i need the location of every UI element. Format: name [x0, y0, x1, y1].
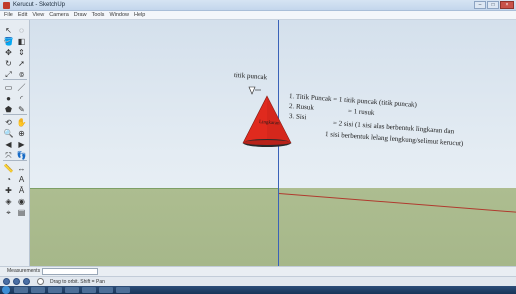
eraser-icon[interactable]: ◧ — [16, 37, 27, 47]
push-pull-icon[interactable]: ⇕ — [16, 48, 27, 58]
move-icon[interactable]: ✥ — [3, 48, 14, 58]
measurements-label: Measurements — [7, 268, 41, 274]
help-icon[interactable] — [37, 278, 44, 285]
arc-icon[interactable]: ◜ — [16, 94, 27, 104]
taskbar-app[interactable] — [99, 287, 113, 293]
ground-plane — [30, 188, 516, 266]
cone-base-rim — [243, 140, 291, 145]
minimize-button[interactable]: – — [474, 1, 486, 9]
menu-camera[interactable]: Camera — [49, 11, 69, 19]
section-plane-icon[interactable]: ◈ — [3, 197, 14, 207]
window-title: Kerucut - SketchUp — [13, 2, 66, 8]
sketchup-logo-icon — [3, 2, 10, 9]
taskbar-app[interactable] — [48, 287, 62, 293]
circle-icon[interactable]: ● — [3, 94, 14, 104]
protractor-icon[interactable]: ◔ — [3, 175, 14, 185]
select-icon[interactable]: ↖ — [3, 26, 14, 36]
os-taskbar — [0, 286, 516, 294]
geo-location-icon[interactable] — [3, 278, 10, 285]
property-line-3-label: 3. Sisi — [288, 112, 307, 122]
apex-label: titik puncak — [233, 71, 268, 82]
toolbar-separator — [3, 160, 27, 161]
taskbar-app[interactable] — [116, 287, 130, 293]
status-bar: Drag to orbit. Shift = Pan — [0, 276, 516, 286]
previous-view-icon[interactable]: ◀ — [3, 140, 14, 150]
menu-edit[interactable]: Edit — [18, 11, 27, 19]
window-titlebar: Kerucut - SketchUp – □ × — [0, 0, 516, 11]
maximize-button[interactable]: □ — [487, 1, 499, 9]
toolbar-separator — [3, 79, 27, 80]
green-axis — [30, 188, 278, 189]
tape-measure-icon[interactable]: 📏 — [3, 164, 14, 174]
3d-text-icon[interactable]: Ā — [16, 186, 27, 196]
user-icon[interactable] — [23, 278, 30, 285]
property-line-2-value: = 1 rusuk — [347, 107, 375, 117]
text-icon[interactable]: A — [16, 175, 27, 185]
menubar: File Edit View Camera Draw Tools Window … — [0, 11, 516, 20]
rotate-icon[interactable]: ↻ — [3, 59, 14, 69]
window-controls: – □ × — [474, 1, 514, 10]
component-icon[interactable]: ◌ — [16, 26, 27, 36]
taskbar-app[interactable] — [31, 287, 45, 293]
toolbar-separator — [3, 114, 27, 115]
zoom-window-icon[interactable]: ⊕ — [16, 129, 27, 139]
look-around-icon[interactable]: ◉ — [16, 197, 27, 207]
property-line-2-label: 2. Rusuk — [288, 102, 315, 112]
follow-me-icon[interactable]: ➚ — [16, 59, 27, 69]
zoom-icon[interactable]: 🔍 — [3, 129, 14, 139]
measurements-bar: Measurements — [0, 266, 516, 276]
measurements-input[interactable] — [42, 268, 98, 275]
menu-help[interactable]: Help — [134, 11, 145, 19]
menu-window[interactable]: Window — [109, 11, 129, 19]
axes-icon[interactable]: ✚ — [3, 186, 14, 196]
pan-icon[interactable]: ✋ — [16, 118, 27, 128]
paint-bucket-icon[interactable]: 🪣 — [3, 37, 14, 47]
start-button[interactable] — [2, 286, 10, 294]
line-icon[interactable]: ／ — [16, 83, 27, 93]
taskbar-app[interactable] — [14, 287, 28, 293]
tool-palette: ↖ ◌ 🪣 ◧ ✥ ⇕ ↻ ➚ ⤢ ⟃ ▭ ／ ● ◜ ⬟ ✎ ⟲ ✋ 🔍 ⊕ ◀ ▶ ⤧ 👣 📏 ↔ ◔ A ✚ Ā ◈ ◉ ⌖ ▤ — [0, 20, 30, 266]
credits-icon[interactable] — [13, 278, 20, 285]
position-camera-icon[interactable]: ⌖ — [3, 208, 14, 218]
sandbox-icon[interactable]: ▤ — [16, 208, 27, 218]
taskbar-app[interactable] — [82, 287, 96, 293]
cone-label: Lingkaran — [258, 120, 280, 127]
dimension-icon[interactable]: ↔ — [16, 164, 27, 174]
menu-tools[interactable]: Tools — [92, 11, 105, 19]
apex-marker-icon — [248, 86, 256, 95]
rectangle-icon[interactable]: ▭ — [3, 83, 14, 93]
orbit-icon[interactable]: ⟲ — [3, 118, 14, 128]
close-button[interactable]: × — [500, 1, 514, 9]
drawing-viewport[interactable]: titik puncak Lingkaran 1. Titik Puncak =… — [30, 20, 516, 266]
menu-draw[interactable]: Draw — [74, 11, 87, 19]
next-view-icon[interactable]: ▶ — [16, 140, 27, 150]
menu-view[interactable]: View — [32, 11, 44, 19]
menu-file[interactable]: File — [4, 11, 13, 19]
taskbar-app[interactable] — [65, 287, 79, 293]
